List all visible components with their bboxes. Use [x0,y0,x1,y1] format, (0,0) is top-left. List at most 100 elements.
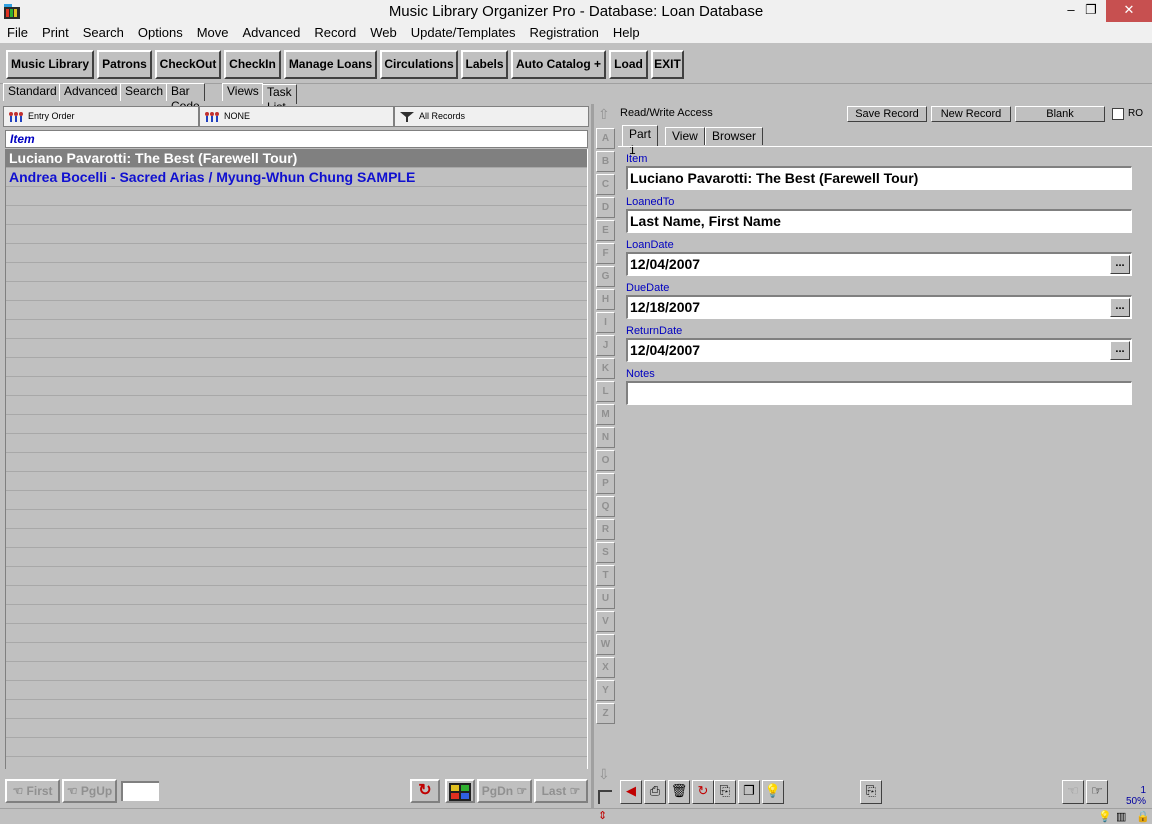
notes-field[interactable] [626,381,1132,405]
list-item[interactable]: Luciano Pavarotti: The Best (Farewell To… [6,149,587,168]
empty-row[interactable] [6,624,587,643]
tab-standard[interactable]: Standard [3,83,62,101]
menu-search[interactable]: Search [76,24,131,41]
alpha-index-p[interactable]: P [596,473,615,494]
close-button[interactable]: ✕ [1106,0,1152,22]
empty-row[interactable] [6,339,587,358]
resize-arrows-icon[interactable]: ⇕ [598,810,610,824]
tab-browser[interactable]: Browser [705,127,764,145]
list-item[interactable]: Andrea Bocelli - Sacred Arias / Myung-Wh… [6,168,587,187]
tab-advanced[interactable]: Advanced [59,83,123,101]
return-date-field[interactable]: 12/04/2007 ... [626,338,1132,362]
empty-row[interactable] [6,187,587,206]
menu-print[interactable]: Print [35,24,76,41]
empty-row[interactable] [6,738,587,757]
print-button[interactable]: ⎙ [644,780,666,804]
menu-file[interactable]: File [0,24,35,41]
menu-help[interactable]: Help [606,24,647,41]
panel-splitter[interactable] [591,104,594,808]
back-arrow-button[interactable]: ◀ [620,780,642,804]
delete-button[interactable]: 🗑 [668,780,690,804]
alpha-index-c[interactable]: C [596,174,615,195]
pgdn-button[interactable]: PgDn ☞ [477,779,532,803]
loaned-to-field[interactable]: Last Name, First Name [626,209,1132,233]
checkin-button[interactable]: CheckIn [224,50,281,79]
loan-date-picker-button[interactable]: ... [1110,255,1130,274]
empty-row[interactable] [6,244,587,263]
alpha-index-n[interactable]: N [596,427,615,448]
empty-row[interactable] [6,434,587,453]
new-record-button[interactable]: New Record [931,106,1011,122]
empty-row[interactable] [6,605,587,624]
menu-registration[interactable]: Registration [523,24,606,41]
empty-row[interactable] [6,662,587,681]
prev-record-button[interactable]: ☜ [1062,780,1084,804]
tab-view[interactable]: View [665,127,705,145]
copy-record-button[interactable]: ⎘ [714,780,736,804]
return-date-picker-button[interactable]: ... [1110,341,1130,360]
alpha-index-v[interactable]: V [596,611,615,632]
record-list[interactable]: Luciano Pavarotti: The Best (Farewell To… [5,149,588,769]
records-selector[interactable]: All Records [394,106,589,127]
empty-row[interactable] [6,548,587,567]
tab-search[interactable]: Search [120,83,169,101]
alpha-index-x[interactable]: X [596,657,615,678]
menu-record[interactable]: Record [307,24,363,41]
alpha-index-l[interactable]: L [596,381,615,402]
empty-row[interactable] [6,358,587,377]
alpha-index-g[interactable]: G [596,266,615,287]
alpha-index-a[interactable]: A [596,128,615,149]
empty-row[interactable] [6,453,587,472]
alpha-index-y[interactable]: Y [596,680,615,701]
loan-date-field[interactable]: 12/04/2007 ... [626,252,1132,276]
alpha-index-j[interactable]: J [596,335,615,356]
load-button[interactable]: Load [609,50,648,79]
exit-button[interactable]: EXIT [651,50,684,79]
empty-row[interactable] [6,282,587,301]
alpha-index-s[interactable]: S [596,542,615,563]
sort-order-selector[interactable]: Entry Order [3,106,199,127]
menu-update-templates[interactable]: Update/Templates [404,24,523,41]
music-library-button[interactable]: Music Library [6,50,94,79]
empty-row[interactable] [6,225,587,244]
alpha-index-e[interactable]: E [596,220,615,241]
circulations-button[interactable]: Circulations [380,50,458,79]
alpha-index-d[interactable]: D [596,197,615,218]
tip-button[interactable]: 💡 [762,780,784,804]
alpha-index-q[interactable]: Q [596,496,615,517]
refresh-button[interactable]: ↻ [410,779,440,803]
duplicate-button[interactable]: ❐ [738,780,760,804]
empty-row[interactable] [6,396,587,415]
tab-task-list[interactable]: Task List [262,84,297,114]
empty-row[interactable] [6,681,587,700]
scroll-down-icon[interactable]: ⇩ [598,766,610,783]
grid-view-button[interactable] [445,779,475,803]
tab-views[interactable]: Views [222,83,264,101]
empty-row[interactable] [6,320,587,339]
blank-button[interactable]: Blank [1015,106,1105,122]
menu-options[interactable]: Options [131,24,190,41]
pgup-button[interactable]: ☜ PgUp [62,779,117,803]
checkout-button[interactable]: CheckOut [155,50,221,79]
next-record-button[interactable]: ☞ [1086,780,1108,804]
empty-row[interactable] [6,586,587,605]
alpha-index-k[interactable]: K [596,358,615,379]
first-button[interactable]: ☜ First [5,779,60,803]
empty-row[interactable] [6,491,587,510]
empty-row[interactable] [6,263,587,282]
empty-row[interactable] [6,719,587,738]
alpha-index-r[interactable]: R [596,519,615,540]
due-date-field[interactable]: 12/18/2007 ... [626,295,1132,319]
last-button[interactable]: Last ☞ [534,779,588,803]
labels-button[interactable]: Labels [461,50,508,79]
alpha-index-f[interactable]: F [596,243,615,264]
empty-row[interactable] [6,700,587,719]
menu-move[interactable]: Move [190,24,236,41]
empty-row[interactable] [6,643,587,662]
empty-row[interactable] [6,206,587,225]
item-field[interactable]: Luciano Pavarotti: The Best (Farewell To… [626,166,1132,190]
alpha-index-u[interactable]: U [596,588,615,609]
list-column-header[interactable]: Item [5,130,588,148]
alpha-index-w[interactable]: W [596,634,615,655]
tab-bar-code[interactable]: Bar Code [166,83,205,113]
